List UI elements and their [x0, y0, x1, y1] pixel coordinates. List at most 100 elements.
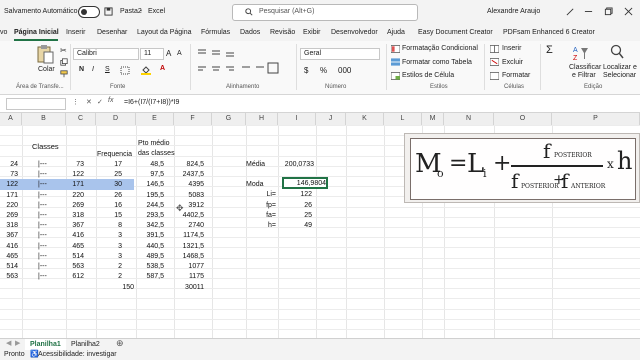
alignment-icons[interactable]	[196, 47, 280, 77]
cut-icon[interactable]: ✂	[60, 46, 67, 55]
decrease-font-icon[interactable]: A	[177, 50, 182, 57]
delete-cells-button[interactable]: Excluir	[502, 59, 523, 66]
table-cell-b[interactable]: |---	[38, 170, 58, 180]
user-name[interactable]: Alexandre Araujo	[487, 8, 540, 15]
table-cell-f[interactable]: 1174,5	[174, 231, 204, 241]
formula-input[interactable]: =I6+(I7/(I7+I8))*I9	[124, 99, 179, 106]
table-cell-c[interactable]: 563	[66, 262, 84, 272]
table-cell-a[interactable]: 171	[0, 191, 18, 201]
column-header[interactable]: N	[444, 113, 494, 125]
table-cell-e[interactable]: 391,5	[136, 231, 164, 241]
find-select-icon[interactable]	[610, 44, 624, 60]
underline-button[interactable]: S	[105, 66, 110, 73]
table-cell-a[interactable]: 318	[0, 221, 18, 231]
cell-styles-button[interactable]: Estilos de Célula	[402, 72, 454, 79]
table-cell-d[interactable]: 2	[96, 272, 122, 282]
total-sum[interactable]: 30011	[174, 283, 204, 293]
table-cell-b[interactable]: |---	[38, 272, 58, 282]
column-header[interactable]: F	[174, 113, 212, 125]
fx-icon[interactable]: fx	[108, 97, 113, 104]
percent-icon[interactable]: %	[320, 66, 327, 75]
tab-easy-document[interactable]: Easy Document Creator	[418, 29, 493, 36]
h-value[interactable]: 49	[278, 221, 312, 231]
tab-desenhar[interactable]: Desenhar	[97, 29, 127, 36]
active-cell[interactable]: 146,9804	[282, 177, 328, 189]
frequency-header[interactable]: Frequencia	[97, 150, 132, 160]
column-header[interactable]: C	[66, 113, 96, 125]
column-header[interactable]: P	[552, 113, 640, 125]
table-cell-d[interactable]: 3	[96, 231, 122, 241]
tab-pagina-inicial[interactable]: Página Inicial	[14, 29, 59, 36]
table-cell-f[interactable]: 2740	[174, 221, 204, 231]
column-header[interactable]: J	[316, 113, 346, 125]
formula-bar-menu-icon[interactable]: ⋮	[72, 98, 79, 106]
tab-revisao[interactable]: Revisão	[270, 29, 295, 36]
number-format-select[interactable]: Geral	[300, 48, 380, 60]
moda-label[interactable]: Moda	[246, 180, 264, 190]
midpoint-header-line2[interactable]: das classes	[138, 149, 175, 159]
format-table-button[interactable]: Formatar como Tabela	[402, 59, 472, 66]
copy-icon[interactable]	[60, 58, 68, 66]
table-cell-f[interactable]: 5083	[174, 191, 204, 201]
table-cell-f[interactable]: 1175	[174, 272, 204, 282]
table-cell-a[interactable]: 73	[0, 170, 18, 180]
table-cell-e[interactable]: 538,5	[136, 262, 164, 272]
font-color-icon[interactable]: A	[160, 65, 165, 72]
table-cell-c[interactable]: 612	[66, 272, 84, 282]
sort-filter-label-1[interactable]: Classificar	[569, 64, 601, 71]
column-header[interactable]: G	[212, 113, 246, 125]
li-value[interactable]: 122	[278, 190, 312, 200]
name-box[interactable]	[6, 98, 66, 110]
table-cell-b[interactable]: |---	[38, 252, 58, 262]
insert-cells-button[interactable]: Inserir	[502, 45, 521, 52]
table-cell-f[interactable]: 1077	[174, 262, 204, 272]
table-cell-e[interactable]: 587,5	[136, 272, 164, 282]
accessibility-status[interactable]: Acessibilidade: investigar	[38, 351, 117, 358]
table-cell-f[interactable]: 1468,5	[174, 252, 204, 262]
table-cell-b[interactable]: |---	[38, 262, 58, 272]
table-cell-a[interactable]: 367	[0, 231, 18, 241]
borders-icon[interactable]	[120, 66, 130, 75]
table-cell-a[interactable]: 220	[0, 201, 18, 211]
li-label[interactable]: Li=	[246, 190, 276, 200]
h-label[interactable]: h=	[246, 221, 276, 231]
midpoint-header-line1[interactable]: Pto médio	[138, 139, 170, 149]
table-cell-f[interactable]: 2437,5	[174, 170, 204, 180]
table-cell-e[interactable]: 293,5	[136, 211, 164, 221]
paste-label[interactable]: Colar	[38, 66, 55, 73]
table-cell-f[interactable]: 824,5	[174, 160, 204, 170]
table-cell-a[interactable]: 514	[0, 262, 18, 272]
table-cell-d[interactable]: 2	[96, 262, 122, 272]
table-cell-c[interactable]: 465	[66, 242, 84, 252]
table-cell-c[interactable]: 318	[66, 211, 84, 221]
table-cell-a[interactable]: 416	[0, 242, 18, 252]
close-icon[interactable]	[624, 7, 633, 16]
table-cell-c[interactable]: 73	[66, 160, 84, 170]
table-cell-b[interactable]: |---	[38, 191, 58, 201]
column-header[interactable]: I	[278, 113, 316, 125]
table-cell-d[interactable]: 15	[96, 211, 122, 221]
fill-color-icon[interactable]	[141, 65, 151, 75]
table-cell-e[interactable]: 146,5	[136, 180, 164, 190]
tab-ajuda[interactable]: Ajuda	[387, 29, 405, 36]
column-header[interactable]: D	[96, 113, 136, 125]
paste-icon[interactable]	[36, 44, 54, 64]
column-header[interactable]: E	[136, 113, 174, 125]
table-cell-a[interactable]: 465	[0, 252, 18, 262]
tab-formulas[interactable]: Fórmulas	[201, 29, 230, 36]
table-cell-d[interactable]: 3	[96, 252, 122, 262]
table-cell-a[interactable]: 269	[0, 211, 18, 221]
tab-desenvolvedor[interactable]: Desenvolvedor	[331, 29, 378, 36]
table-cell-d[interactable]: 3	[96, 242, 122, 252]
table-cell-e[interactable]: 97,5	[136, 170, 164, 180]
table-cell-e[interactable]: 342,5	[136, 221, 164, 231]
media-label[interactable]: Média	[246, 160, 265, 170]
table-cell-e[interactable]: 489,5	[136, 252, 164, 262]
table-cell-e[interactable]: 440,5	[136, 242, 164, 252]
next-sheet-icon[interactable]: ▶	[15, 339, 20, 347]
sort-filter-icon[interactable]: AZ	[573, 44, 589, 62]
fa-value[interactable]: 25	[278, 211, 312, 221]
table-cell-c[interactable]: 220	[66, 191, 84, 201]
table-cell-a[interactable]: 24	[0, 160, 18, 170]
total-frequency[interactable]: 150	[96, 283, 134, 293]
